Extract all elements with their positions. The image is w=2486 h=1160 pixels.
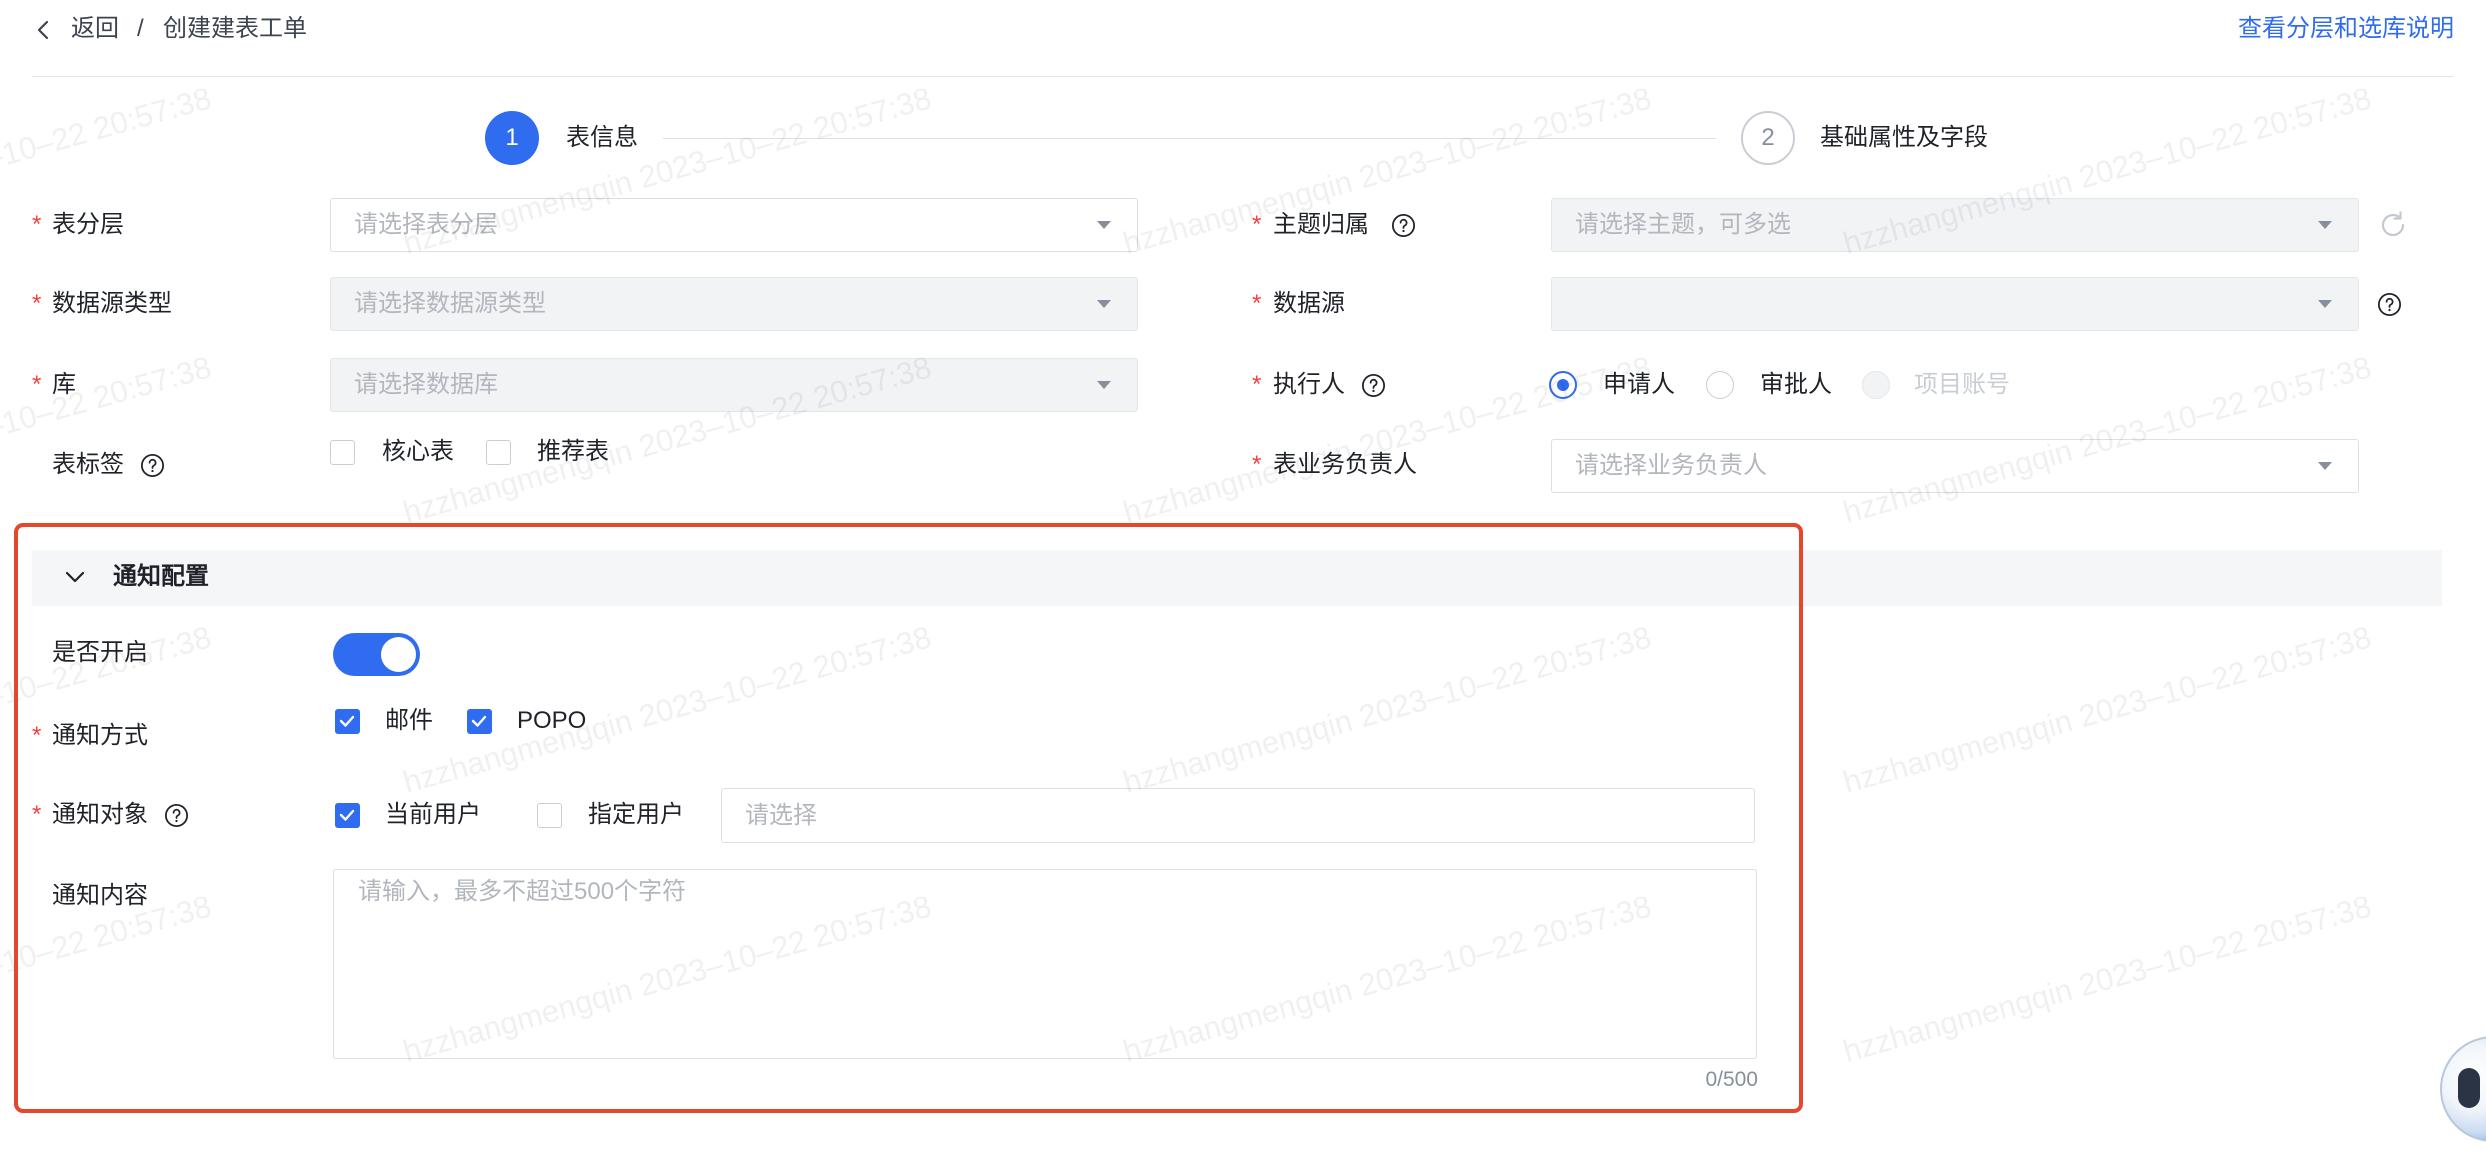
assistant-avatar-ball[interactable] <box>2440 1036 2486 1142</box>
executor-radio-applicant[interactable] <box>1549 371 1577 399</box>
watermark-text: hzzhangmengqin 2023–10–22 20:57:38 <box>1119 619 1656 801</box>
notify-content-placeholder: 请输入，最多不超过500个字符 <box>358 878 687 905</box>
caret-down-icon <box>2318 462 2332 470</box>
notification-section-header[interactable] <box>32 550 2442 606</box>
assistant-avatar[interactable] <box>2440 1036 2486 1142</box>
question-circle-icon[interactable] <box>1361 373 1386 398</box>
popo-checkbox[interactable] <box>467 709 492 734</box>
watermark-text: hzzhangmengqin 2023–10–22 20:57:38 <box>0 888 216 1069</box>
header-divider <box>32 76 2454 77</box>
page: 返回 / 创建建表工单 查看分层和选库说明 1 表信息 2 基础属性及字段 * … <box>0 0 2486 1160</box>
business-owner-label: 表业务负责人 <box>1273 451 1417 478</box>
current-user-option[interactable]: 当前用户 <box>385 798 481 832</box>
step-2-label[interactable]: 基础属性及字段 <box>1820 121 1988 155</box>
recommended-table-option[interactable]: 推荐表 <box>537 435 609 469</box>
required-mark: * <box>32 371 42 398</box>
assistant-avatar-visor <box>2458 1068 2480 1108</box>
current-user-checkbox[interactable] <box>335 803 360 828</box>
executor-radio-project-account <box>1862 371 1890 399</box>
executor-option-applicant[interactable]: 申请人 <box>1603 368 1675 402</box>
breadcrumb-current: 创建建表工单 <box>163 15 307 42</box>
notify-method-label: 通知方式 <box>52 722 148 749</box>
required-mark: * <box>32 211 42 238</box>
subject-label: 主题归属 <box>1273 211 1369 238</box>
step-connector <box>663 138 1716 139</box>
recommended-table-checkbox[interactable] <box>486 440 511 465</box>
required-mark: * <box>1252 451 1262 478</box>
required-mark: * <box>1252 371 1262 398</box>
specified-user-placeholder: 请选择 <box>745 802 817 829</box>
required-mark: * <box>32 290 42 317</box>
toggle-knob <box>381 637 416 672</box>
question-circle-icon[interactable] <box>140 453 165 478</box>
step-1-indicator: 1 <box>485 111 539 165</box>
notify-enabled-label: 是否开启 <box>52 639 148 666</box>
datasource-type-select[interactable]: 请选择数据源类型 <box>330 277 1138 331</box>
notification-section-title[interactable]: 通知配置 <box>113 560 209 594</box>
breadcrumb: 返回 / 创建建表工单 <box>0 0 1200 60</box>
back-link[interactable]: 返回 <box>71 12 119 46</box>
table-layer-placeholder: 请选择表分层 <box>354 211 498 238</box>
step-2-indicator[interactable]: 2 <box>1741 111 1795 165</box>
datasource-select[interactable] <box>1551 277 2359 331</box>
datasource-label: 数据源 <box>1273 290 1345 317</box>
specified-user-input[interactable]: 请选择 <box>721 788 1755 843</box>
notify-target-label: 通知对象 <box>52 801 148 828</box>
datasource-type-placeholder: 请选择数据源类型 <box>354 290 546 317</box>
breadcrumb-separator: / <box>137 15 144 42</box>
core-table-checkbox[interactable] <box>330 440 355 465</box>
specified-user-option[interactable]: 指定用户 <box>588 798 684 832</box>
business-owner-select[interactable]: 请选择业务负责人 <box>1551 439 2359 493</box>
core-table-option[interactable]: 核心表 <box>382 435 454 469</box>
executor-radio-approver[interactable] <box>1706 371 1734 399</box>
subject-select[interactable]: 请选择主题，可多选 <box>1551 198 2359 252</box>
question-circle-icon[interactable] <box>1391 213 1416 238</box>
popo-option[interactable]: POPO <box>517 704 586 738</box>
executor-label: 执行人 <box>1273 371 1345 398</box>
caret-down-icon <box>1097 300 1111 308</box>
layer-help-link[interactable]: 查看分层和选库说明 <box>2238 12 2454 46</box>
specified-user-checkbox[interactable] <box>537 803 562 828</box>
table-layer-select[interactable]: 请选择表分层 <box>330 198 1138 252</box>
executor-option-project-account: 项目账号 <box>1914 371 2010 398</box>
email-option[interactable]: 邮件 <box>385 704 433 738</box>
required-mark: * <box>32 722 42 749</box>
chevron-down-icon[interactable] <box>64 570 86 584</box>
step-1-label: 表信息 <box>566 124 638 151</box>
watermark-text: hzzhangmengqin 2023–10–22 20:57:38 <box>1839 888 2376 1070</box>
character-counter: 0/500 <box>1705 1068 1758 1091</box>
caret-down-icon <box>2318 300 2332 308</box>
executor-option-approver[interactable]: 审批人 <box>1760 368 1832 402</box>
database-placeholder: 请选择数据库 <box>354 371 498 398</box>
table-layer-label: 表分层 <box>52 211 124 238</box>
caret-down-icon <box>2318 221 2332 229</box>
caret-down-icon <box>1097 381 1111 389</box>
refresh-icon[interactable] <box>2377 209 2409 241</box>
subject-placeholder: 请选择主题，可多选 <box>1575 211 1791 238</box>
database-label: 库 <box>52 371 76 398</box>
email-checkbox[interactable] <box>335 709 360 734</box>
business-owner-placeholder: 请选择业务负责人 <box>1575 452 1767 479</box>
required-mark: * <box>1252 290 1262 317</box>
watermark-text: hzzhangmengqin 2023–10–22 20:57:38 <box>1839 619 2376 801</box>
notify-enabled-toggle[interactable] <box>333 633 420 676</box>
required-mark: * <box>1252 211 1262 238</box>
notify-content-textarea[interactable]: 请输入，最多不超过500个字符 <box>333 869 1757 1059</box>
database-select[interactable]: 请选择数据库 <box>330 358 1138 412</box>
caret-down-icon <box>1097 221 1111 229</box>
back-icon[interactable] <box>35 19 51 41</box>
question-circle-icon[interactable] <box>2377 292 2402 317</box>
table-tags-label: 表标签 <box>52 451 124 478</box>
question-circle-icon[interactable] <box>164 803 189 828</box>
notify-content-label: 通知内容 <box>52 882 148 909</box>
datasource-type-label: 数据源类型 <box>52 290 172 317</box>
required-mark: * <box>32 801 42 828</box>
